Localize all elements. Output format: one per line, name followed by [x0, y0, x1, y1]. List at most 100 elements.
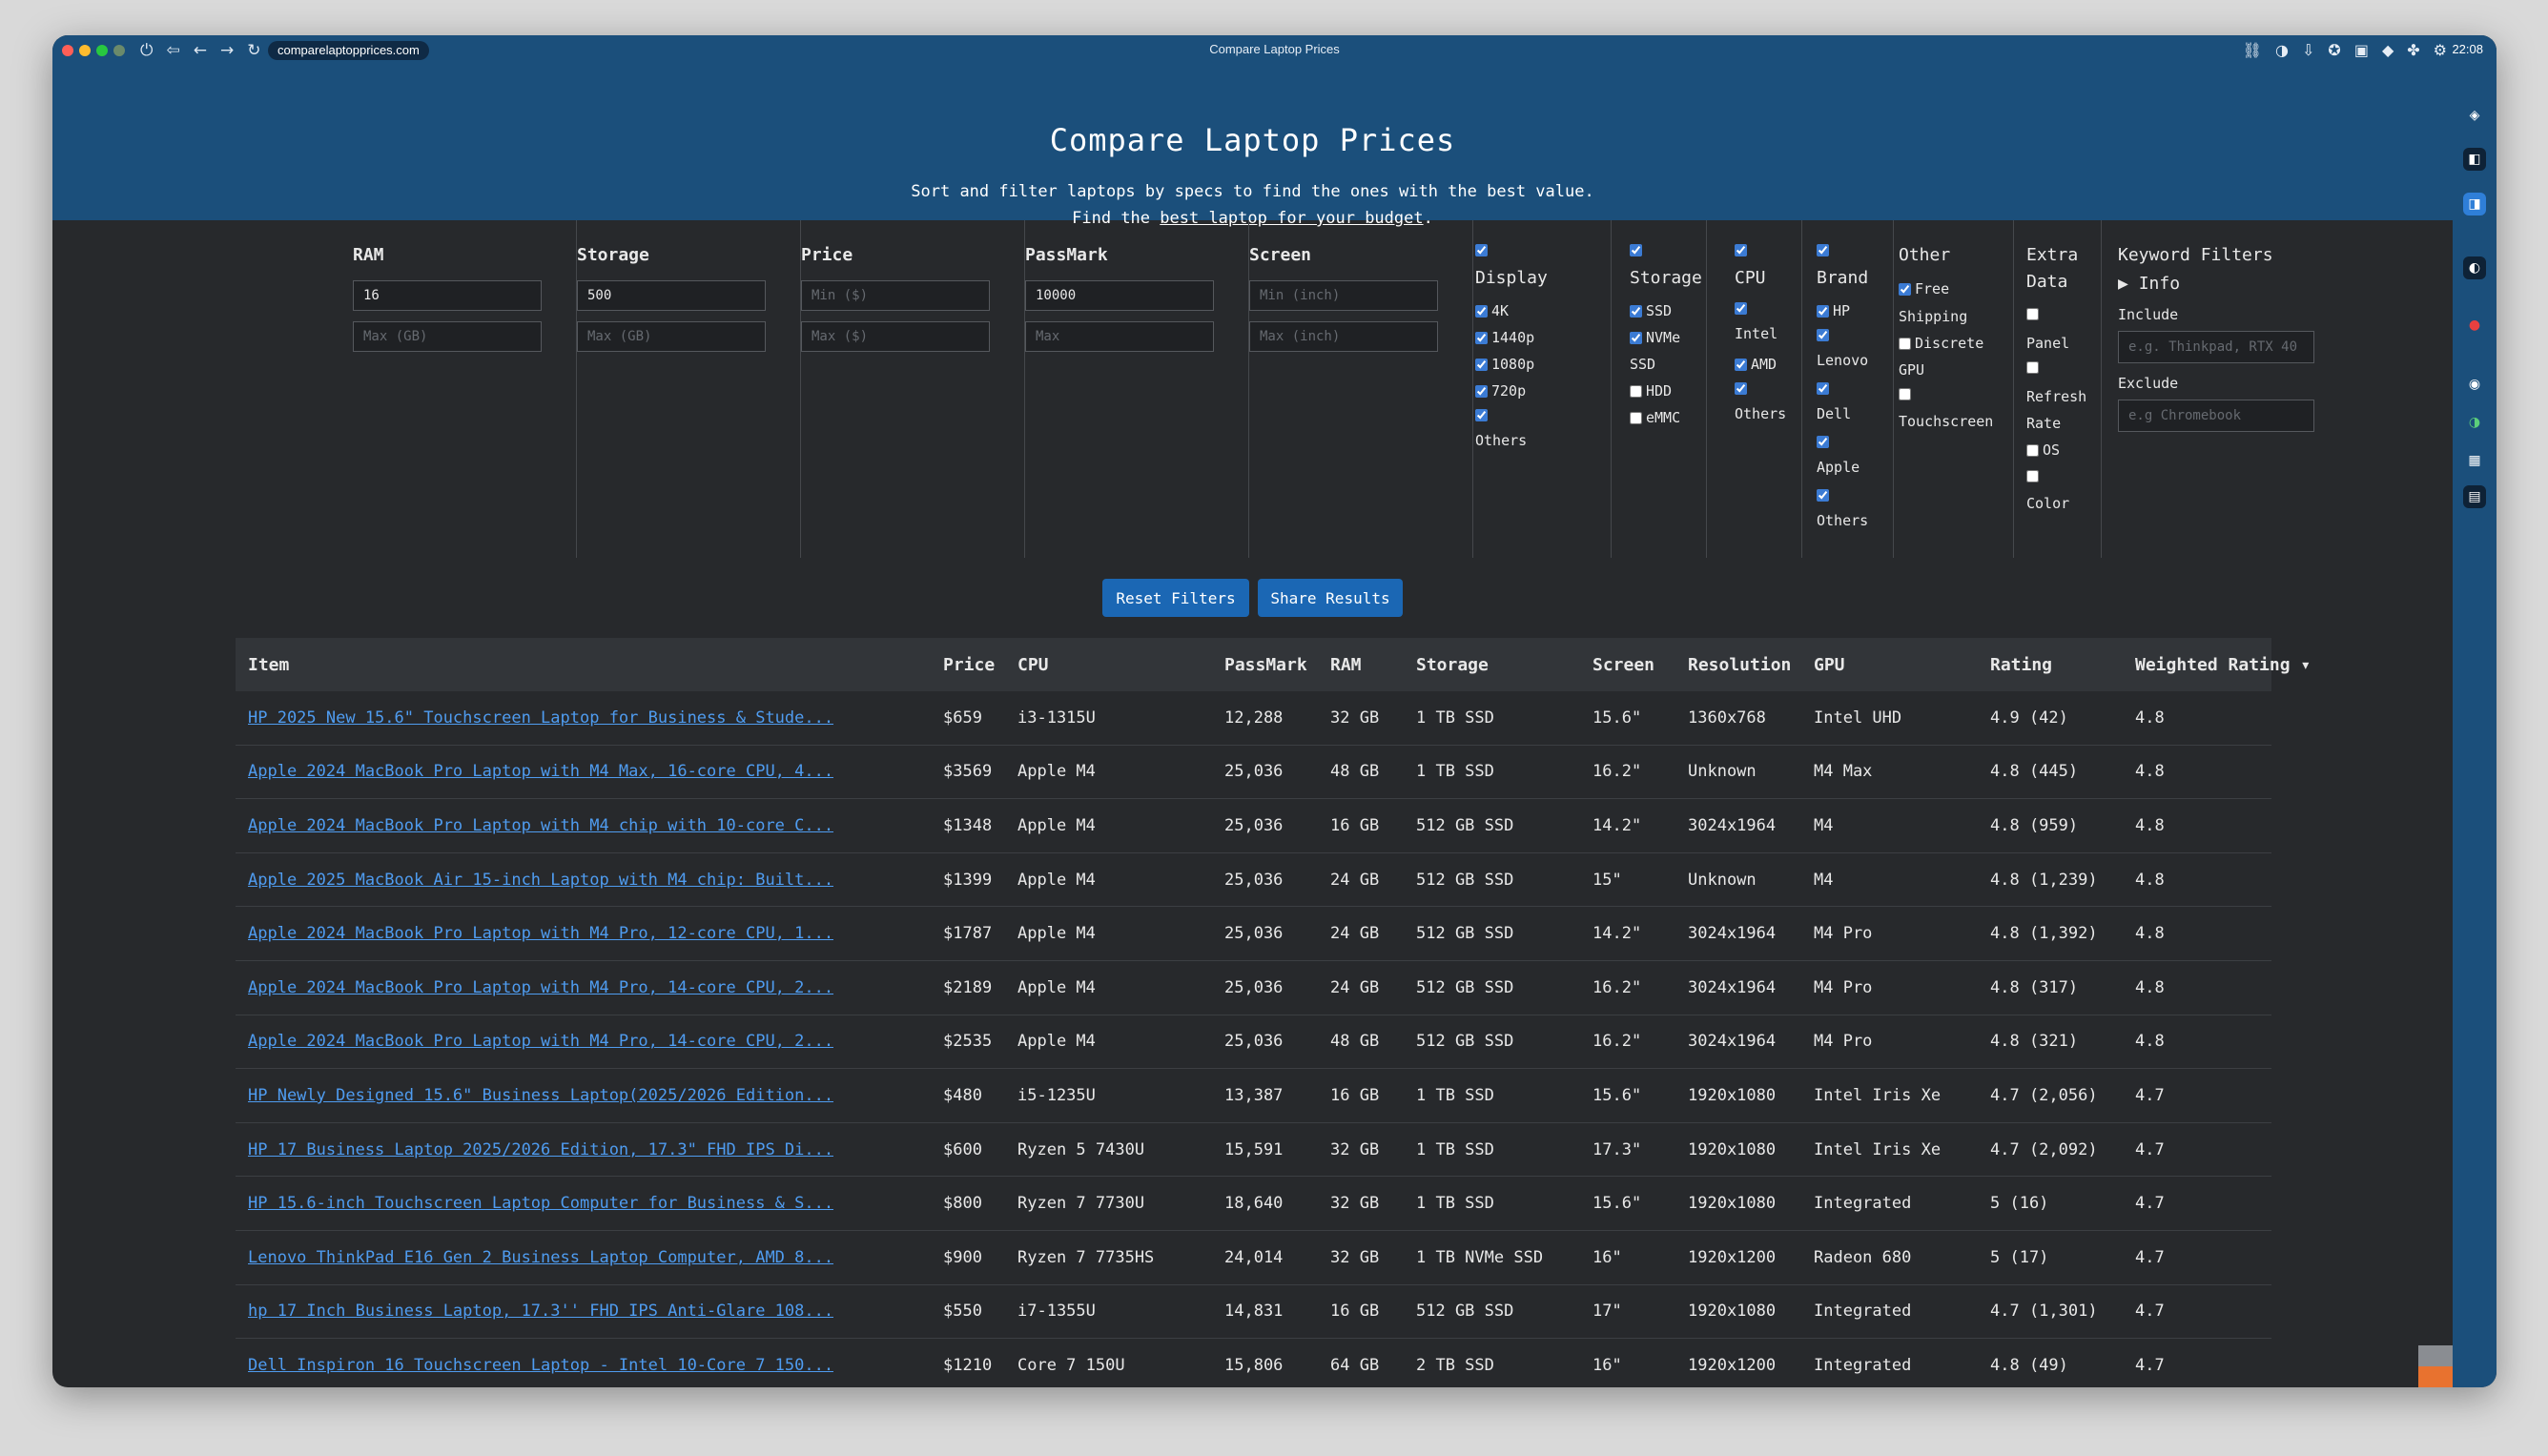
header-passmark[interactable]: PassMark	[1224, 638, 1307, 691]
product-link[interactable]: Apple 2024 MacBook Pro Laptop with M4 Pr…	[248, 978, 833, 997]
app-icon[interactable]: ◧	[2463, 148, 2486, 171]
cpu-others-checkbox[interactable]	[1735, 382, 1747, 395]
brand-dell-checkbox[interactable]	[1817, 382, 1829, 395]
share-results-button[interactable]: Share Results	[1258, 579, 1403, 617]
discrete-gpu-checkbox[interactable]	[1899, 337, 1911, 350]
product-link[interactable]: Apple 2024 MacBook Pro Laptop with M4 ch…	[248, 816, 833, 835]
extension-icon[interactable]: ▣	[2354, 41, 2369, 59]
refresh-rate-checkbox[interactable]	[2026, 361, 2039, 374]
product-link[interactable]: hp 17 Inch Business Laptop, 17.3'' FHD I…	[248, 1302, 833, 1321]
storage-ssd-checkbox[interactable]	[1630, 304, 1642, 318]
settings-icon[interactable]: ⚙	[2434, 41, 2447, 59]
cpu-amd-checkbox[interactable]	[1735, 358, 1747, 371]
puzzle-icon[interactable]: ✤	[2407, 41, 2419, 59]
header-ram[interactable]: RAM	[1330, 638, 1362, 691]
cpu-all-checkbox[interactable]	[1735, 244, 1747, 256]
storage-nvme-checkbox[interactable]	[1630, 331, 1642, 344]
corner-widget-bottom[interactable]	[2418, 1366, 2453, 1387]
app-icon[interactable]: ◨	[2463, 193, 2486, 215]
grid-icon[interactable]: ▦	[2463, 449, 2486, 472]
display-1080p-option[interactable]: 1080p	[1475, 356, 1534, 373]
passmark-min-input[interactable]	[1025, 280, 1214, 311]
product-link[interactable]: Apple 2024 MacBook Pro Laptop with M4 Ma…	[248, 762, 833, 781]
storage-emmc-checkbox[interactable]	[1630, 411, 1642, 424]
display-4k-checkbox[interactable]	[1475, 304, 1488, 318]
cpu-intel-checkbox[interactable]	[1735, 302, 1747, 315]
display-1440p-checkbox[interactable]	[1475, 331, 1488, 344]
display-others-checkbox[interactable]	[1475, 409, 1488, 421]
reset-filters-button[interactable]: Reset Filters	[1102, 579, 1249, 617]
display-all-checkbox[interactable]	[1475, 244, 1488, 256]
toggle-icon[interactable]: ◑	[2463, 411, 2486, 434]
info-toggle[interactable]: ▶ Info	[2118, 274, 2180, 294]
product-link[interactable]: HP 2025 New 15.6" Touchscreen Laptop for…	[248, 708, 833, 728]
brand-lenovo-checkbox[interactable]	[1817, 329, 1829, 341]
product-link[interactable]: Apple 2024 MacBook Pro Laptop with M4 Pr…	[248, 924, 833, 943]
display-4k-option[interactable]: 4K	[1475, 302, 1509, 319]
free-shipping-option[interactable]: Free	[1899, 280, 1949, 297]
display-1440p-option[interactable]: 1440p	[1475, 329, 1534, 346]
product-link[interactable]: HP 15.6-inch Touchscreen Laptop Computer…	[248, 1194, 833, 1213]
cpu-amd-option[interactable]: AMD	[1735, 356, 1777, 373]
display-720p-option[interactable]: 720p	[1475, 382, 1526, 400]
storage-max-input[interactable]	[577, 321, 766, 352]
include-input[interactable]	[2118, 331, 2314, 363]
product-link[interactable]: Lenovo ThinkPad E16 Gen 2 Business Lapto…	[248, 1248, 833, 1267]
product-link[interactable]: HP 17 Business Laptop 2025/2026 Edition,…	[248, 1140, 833, 1159]
display-1080p-checkbox[interactable]	[1475, 358, 1488, 371]
download-icon[interactable]: ⇩	[2302, 41, 2314, 59]
storage-emmc-option[interactable]: eMMC	[1630, 409, 1680, 426]
screen-max-input[interactable]	[1249, 321, 1438, 352]
storage-type-all-checkbox[interactable]	[1630, 244, 1642, 256]
privacy-icon[interactable]: ◑	[2275, 41, 2289, 59]
extension-icon[interactable]: ✪	[2328, 41, 2340, 59]
ram-max-input[interactable]	[353, 321, 542, 352]
passmark-max-input[interactable]	[1025, 321, 1214, 352]
price-min-input[interactable]	[801, 280, 990, 311]
panel-checkbox[interactable]	[2026, 308, 2039, 320]
ram-min-input[interactable]	[353, 280, 542, 311]
screen-min-input[interactable]	[1249, 280, 1438, 311]
brand-hp-option[interactable]: HP	[1817, 302, 1850, 319]
link-icon[interactable]: ⛓	[2243, 41, 2262, 59]
corner-widget-top[interactable]	[2418, 1345, 2453, 1366]
brand-apple-checkbox[interactable]	[1817, 436, 1829, 448]
brand-others-checkbox[interactable]	[1817, 489, 1829, 502]
extension-icon[interactable]: ◆	[2382, 41, 2394, 59]
app-icon[interactable]: ●	[2463, 314, 2486, 337]
header-storage[interactable]: Storage	[1416, 638, 1489, 691]
header-item[interactable]: Item	[248, 638, 289, 691]
header-gpu[interactable]: GPU	[1814, 638, 1845, 691]
note-icon[interactable]: ▤	[2463, 485, 2486, 508]
brand-all-checkbox[interactable]	[1817, 244, 1829, 256]
storage-ssd-option[interactable]: SSD	[1630, 302, 1672, 319]
header-weighted-rating[interactable]: Weighted Rating ▾	[2135, 638, 2311, 691]
exclude-input[interactable]	[2118, 400, 2314, 432]
discrete-gpu-option[interactable]: Discrete	[1899, 335, 1983, 352]
product-link[interactable]: HP Newly Designed 15.6" Business Laptop(…	[248, 1086, 833, 1105]
storage-min-input[interactable]	[577, 280, 766, 311]
os-checkbox[interactable]	[2026, 443, 2039, 457]
header-cpu[interactable]: CPU	[1017, 638, 1049, 691]
corner-widget[interactable]	[2418, 1345, 2453, 1387]
price-max-input[interactable]	[801, 321, 990, 352]
product-link[interactable]: Apple 2025 MacBook Air 15-inch Laptop wi…	[248, 871, 833, 890]
color-checkbox[interactable]	[2026, 470, 2039, 482]
display-720p-checkbox[interactable]	[1475, 384, 1488, 398]
layers-icon[interactable]: ◈	[2463, 104, 2486, 127]
storage-hdd-option[interactable]: HDD	[1630, 382, 1672, 400]
product-link[interactable]: Dell Inspiron 16 Touchscreen Laptop - In…	[248, 1356, 833, 1375]
header-resolution[interactable]: Resolution	[1688, 638, 1791, 691]
touchscreen-checkbox[interactable]	[1899, 388, 1911, 400]
app-icon[interactable]: ◉	[2463, 373, 2486, 396]
storage-nvme-option[interactable]: NVMe	[1630, 329, 1680, 346]
header-price[interactable]: Price	[943, 638, 995, 691]
header-rating[interactable]: Rating	[1990, 638, 2052, 691]
brand-hp-checkbox[interactable]	[1817, 304, 1829, 318]
product-link[interactable]: Apple 2024 MacBook Pro Laptop with M4 Pr…	[248, 1032, 833, 1051]
free-shipping-checkbox[interactable]	[1899, 282, 1911, 296]
os-option[interactable]: OS	[2026, 441, 2060, 459]
header-screen[interactable]: Screen	[1592, 638, 1654, 691]
app-icon[interactable]: ◐	[2463, 256, 2486, 279]
storage-hdd-checkbox[interactable]	[1630, 384, 1642, 398]
